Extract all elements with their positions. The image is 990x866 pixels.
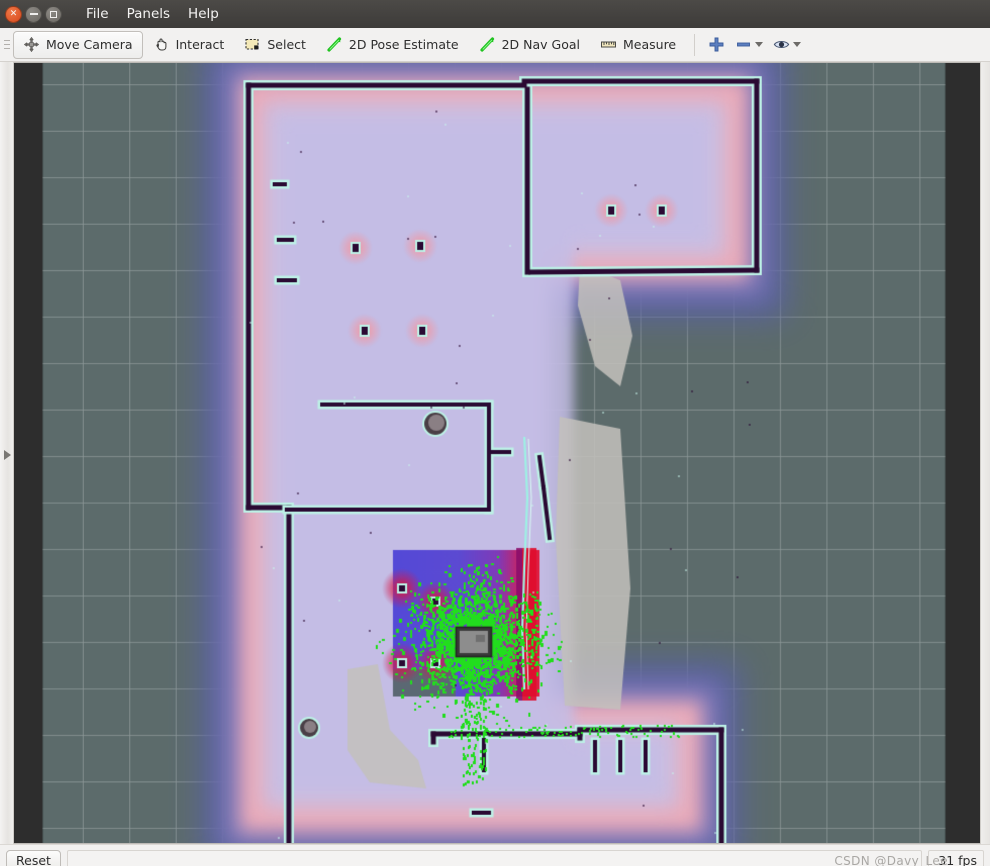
toolbar-separator [694, 33, 696, 56]
rviz-window: ✕ File Panels Help Move Camera Interact … [0, 0, 990, 866]
menu-file[interactable]: File [78, 4, 117, 24]
hand-interact-icon [153, 36, 170, 53]
tool-select-label: Select [267, 37, 306, 52]
tool-interact-label: Interact [175, 37, 225, 52]
reset-button[interactable]: Reset [6, 849, 61, 866]
zoom-out-button[interactable] [730, 31, 768, 59]
chevron-down-icon[interactable] [755, 42, 764, 47]
tool-measure-label: Measure [623, 37, 677, 52]
zoom-in-button[interactable] [703, 31, 730, 59]
tool-2d-nav-goal[interactable]: 2D Nav Goal [469, 31, 590, 59]
tool-move-camera[interactable]: Move Camera [13, 30, 143, 59]
window-controls: ✕ [5, 5, 62, 23]
maximize-window-button[interactable] [45, 5, 62, 23]
render-viewport[interactable] [14, 62, 980, 845]
minimize-icon [29, 13, 38, 15]
statusbar: Reset 31 fps CSDN @Davy_Lee [0, 844, 990, 866]
view-visibility-button[interactable] [768, 31, 806, 59]
zoom-out-icon [735, 36, 752, 53]
status-message-field [66, 849, 922, 866]
ruler-measure-icon [600, 36, 617, 53]
tool-2d-pose-estimate-label: 2D Pose Estimate [348, 37, 459, 52]
toolbar-drag-handle[interactable] [2, 32, 11, 58]
tool-interact[interactable]: Interact [143, 31, 235, 59]
menubar: File Panels Help [78, 4, 227, 24]
close-icon: ✕ [9, 8, 18, 19]
eye-icon [773, 36, 790, 53]
tool-2d-nav-goal-label: 2D Nav Goal [501, 37, 580, 52]
minimize-window-button[interactable] [25, 5, 42, 23]
zoom-in-icon [708, 36, 725, 53]
close-window-button[interactable]: ✕ [5, 5, 22, 23]
main-area [0, 62, 990, 845]
tool-select[interactable]: Select [234, 31, 316, 59]
chevron-down-icon[interactable] [793, 42, 802, 47]
rviz-3d-scene[interactable] [14, 63, 980, 844]
pose-arrow-icon [326, 36, 343, 53]
tool-move-camera-label: Move Camera [46, 37, 133, 52]
expand-left-panel-icon[interactable] [4, 450, 11, 460]
tool-2d-pose-estimate[interactable]: 2D Pose Estimate [316, 31, 469, 59]
main-toolbar: Move Camera Interact Select 2D Pose Esti… [0, 28, 990, 62]
nav-goal-arrow-icon [479, 36, 496, 53]
right-dock-splitter[interactable] [980, 62, 990, 845]
move-camera-icon [23, 36, 40, 53]
menu-help[interactable]: Help [180, 4, 227, 24]
menu-panels[interactable]: Panels [119, 4, 178, 24]
window-titlebar: ✕ File Panels Help [0, 0, 990, 28]
fps-indicator: 31 fps [928, 849, 984, 866]
maximize-icon [50, 10, 57, 18]
select-rect-icon [244, 36, 261, 53]
left-dock-splitter[interactable] [0, 62, 14, 845]
tool-measure[interactable]: Measure [590, 31, 686, 59]
